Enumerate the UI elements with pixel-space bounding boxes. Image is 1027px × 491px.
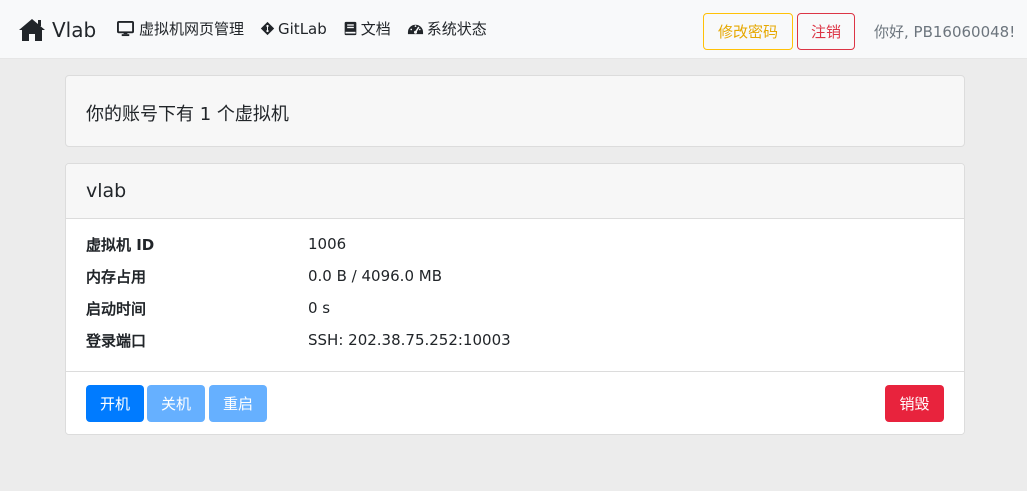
vm-info-label: 登录端口 [86, 331, 147, 350]
nav-link-status[interactable]: 系统状态 [407, 18, 487, 39]
git-icon [260, 21, 275, 36]
vm-info-value: SSH: 202.38.75.252:10003 [308, 331, 511, 349]
nav-link-label: GitLab [278, 19, 327, 38]
vm-info-value: 1006 [308, 235, 347, 253]
vm-info-value: 0 s [308, 299, 331, 317]
vm-count-card: 你的账号下有 1 个虚拟机 [65, 75, 965, 147]
vm-count-suffix: 个虚拟机 [211, 104, 289, 125]
tachometer-icon [407, 24, 423, 35]
home-icon [19, 19, 45, 41]
vm-card-footer: 开机 关机 重启 销毁 [66, 371, 964, 434]
stop-button[interactable]: 关机 [147, 385, 205, 422]
vm-count-number: 1 [199, 104, 212, 125]
restart-button[interactable]: 重启 [209, 385, 267, 422]
nav-link-label: 系统状态 [426, 20, 487, 38]
logout-button[interactable]: 注销 [797, 13, 855, 50]
nav-link-gitlab[interactable]: GitLab [260, 18, 327, 39]
top-navbar: Vlab 虚拟机网页管理 GitLab 文档 系统状态 修改密码 注销 你好, … [0, 0, 1027, 59]
nav-link-vm-manager[interactable]: 虚拟机网页管理 [117, 18, 244, 39]
nav-link-label: 文档 [360, 20, 391, 38]
nav-links: 虚拟机网页管理 GitLab 文档 系统状态 [117, 18, 487, 39]
vm-count-text: 你的账号下有 1 个虚拟机 [86, 100, 289, 126]
destroy-button[interactable]: 销毁 [885, 385, 944, 422]
brand-label: Vlab [52, 18, 97, 42]
book-icon [344, 21, 357, 36]
vm-info-row-id: 虚拟机 ID 1006 [86, 232, 346, 256]
change-password-button[interactable]: 修改密码 [703, 13, 793, 50]
vm-info-value: 0.0 B / 4096.0 MB [308, 267, 442, 285]
vm-info-label: 启动时间 [86, 299, 147, 318]
nav-link-label: 虚拟机网页管理 [139, 20, 245, 38]
vm-info-row-port: 登录端口 SSH: 202.38.75.252:10003 [86, 328, 511, 352]
vm-name: vlab [86, 180, 127, 202]
vm-info-label: 虚拟机 ID [86, 235, 155, 254]
vm-count-prefix: 你的账号下有 [86, 104, 200, 125]
brand-link[interactable]: Vlab [18, 14, 96, 46]
start-button[interactable]: 开机 [86, 385, 144, 422]
vm-card: vlab 虚拟机 ID 1006 内存占用 0.0 B / 4096.0 MB … [65, 163, 965, 435]
desktop-icon [117, 20, 134, 37]
vm-info-row-uptime: 启动时间 0 s [86, 296, 330, 320]
vm-info-label: 内存占用 [86, 267, 147, 286]
vm-card-header: vlab [66, 164, 964, 219]
nav-link-docs[interactable]: 文档 [343, 18, 391, 39]
user-greeting: 你好, PB16060048! [874, 23, 1016, 41]
vm-info-row-memory: 内存占用 0.0 B / 4096.0 MB [86, 264, 442, 288]
